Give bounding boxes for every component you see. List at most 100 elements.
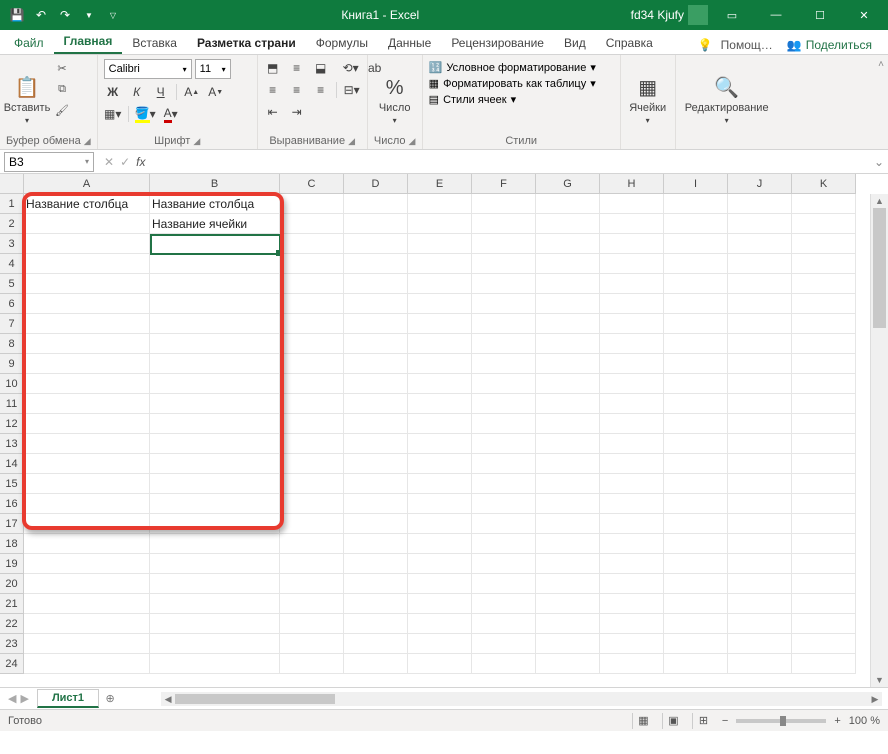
cell[interactable]: [600, 474, 664, 494]
cell[interactable]: [408, 554, 472, 574]
tab-review[interactable]: Рецензирование: [441, 32, 554, 54]
cell[interactable]: [664, 274, 728, 294]
tab-insert[interactable]: Вставка: [122, 32, 187, 54]
select-all-button[interactable]: [0, 174, 24, 194]
bold-button[interactable]: Ж: [104, 83, 122, 101]
cell[interactable]: [24, 234, 150, 254]
cell[interactable]: [280, 314, 344, 334]
cell[interactable]: [408, 374, 472, 394]
shrink-font-icon[interactable]: A▼: [207, 83, 225, 101]
formula-input[interactable]: [151, 152, 870, 172]
cell[interactable]: [472, 474, 536, 494]
cell[interactable]: [664, 614, 728, 634]
cell[interactable]: [150, 334, 280, 354]
cell[interactable]: [600, 654, 664, 674]
cell[interactable]: [472, 194, 536, 214]
cell[interactable]: [728, 314, 792, 334]
cell[interactable]: [24, 374, 150, 394]
cell[interactable]: [664, 494, 728, 514]
cell[interactable]: [24, 214, 150, 234]
cell[interactable]: [792, 594, 856, 614]
font-color-icon[interactable]: A▾: [162, 105, 180, 123]
cell[interactable]: [408, 434, 472, 454]
cell[interactable]: [472, 214, 536, 234]
column-header[interactable]: A: [24, 174, 150, 194]
cell[interactable]: [472, 314, 536, 334]
cell[interactable]: [792, 614, 856, 634]
cell[interactable]: [408, 274, 472, 294]
row-header[interactable]: 12: [0, 414, 24, 434]
cell[interactable]: [792, 214, 856, 234]
cell[interactable]: [408, 234, 472, 254]
expand-formula-bar-icon[interactable]: ⌄: [870, 155, 888, 169]
cell[interactable]: [600, 234, 664, 254]
tab-page-layout[interactable]: Разметка страни: [187, 32, 306, 54]
cell[interactable]: [536, 194, 600, 214]
cell[interactable]: [792, 314, 856, 334]
column-header[interactable]: K: [792, 174, 856, 194]
cell[interactable]: [24, 354, 150, 374]
tellme-label[interactable]: Помощ…: [721, 38, 773, 52]
scroll-right-icon[interactable]: ▶: [868, 692, 882, 706]
format-as-table-button[interactable]: ▦Форматировать как таблицу ▾: [429, 77, 614, 90]
cell[interactable]: [150, 374, 280, 394]
cell[interactable]: [600, 374, 664, 394]
cell[interactable]: [280, 654, 344, 674]
cell[interactable]: [150, 294, 280, 314]
cell[interactable]: [600, 354, 664, 374]
cell[interactable]: [728, 574, 792, 594]
cell[interactable]: [408, 494, 472, 514]
tellme-icon[interactable]: 💡: [698, 38, 713, 52]
row-header[interactable]: 2: [0, 214, 24, 234]
sheet-tab[interactable]: Лист1: [37, 689, 99, 708]
cell[interactable]: [536, 574, 600, 594]
cell[interactable]: [536, 594, 600, 614]
cell[interactable]: [150, 634, 280, 654]
collapse-ribbon-icon[interactable]: ˄: [874, 55, 888, 149]
cell[interactable]: [408, 534, 472, 554]
cell-styles-button[interactable]: ▤Стили ячеек ▾: [429, 93, 614, 106]
cell[interactable]: [792, 234, 856, 254]
cell[interactable]: [792, 654, 856, 674]
column-header[interactable]: J: [728, 174, 792, 194]
scroll-left-icon[interactable]: ◀: [161, 692, 175, 706]
cell[interactable]: [280, 234, 344, 254]
cell[interactable]: [344, 454, 408, 474]
zoom-out-icon[interactable]: −: [722, 715, 728, 727]
format-painter-icon[interactable]: 🖌: [52, 101, 72, 119]
cell[interactable]: [472, 434, 536, 454]
cell[interactable]: [408, 314, 472, 334]
row-header[interactable]: 22: [0, 614, 24, 634]
cell[interactable]: [344, 434, 408, 454]
cell[interactable]: [344, 274, 408, 294]
fx-icon[interactable]: fx: [136, 155, 145, 169]
name-box[interactable]: B3▾: [4, 152, 94, 172]
cell[interactable]: [344, 394, 408, 414]
cell[interactable]: [600, 314, 664, 334]
cell[interactable]: [728, 634, 792, 654]
cell[interactable]: [728, 454, 792, 474]
cell[interactable]: [536, 534, 600, 554]
cell[interactable]: [600, 434, 664, 454]
cell[interactable]: [344, 634, 408, 654]
cell[interactable]: [24, 274, 150, 294]
cell[interactable]: [472, 554, 536, 574]
save-icon[interactable]: 💾: [6, 4, 28, 26]
redo-icon[interactable]: ↷: [54, 4, 76, 26]
align-middle-icon[interactable]: ≡: [288, 59, 306, 77]
cell[interactable]: [728, 354, 792, 374]
sheet-next-icon[interactable]: ▶: [20, 692, 28, 705]
cell[interactable]: [408, 634, 472, 654]
cell[interactable]: [472, 534, 536, 554]
merge-icon[interactable]: ⊟▾: [343, 81, 361, 99]
cell[interactable]: [408, 254, 472, 274]
cell[interactable]: [408, 474, 472, 494]
cell[interactable]: [792, 254, 856, 274]
row-header[interactable]: 18: [0, 534, 24, 554]
cell[interactable]: [728, 434, 792, 454]
cell[interactable]: [600, 594, 664, 614]
row-header[interactable]: 23: [0, 634, 24, 654]
cell[interactable]: [24, 594, 150, 614]
cell[interactable]: [664, 554, 728, 574]
orientation-icon[interactable]: ⟲▾: [342, 59, 360, 77]
